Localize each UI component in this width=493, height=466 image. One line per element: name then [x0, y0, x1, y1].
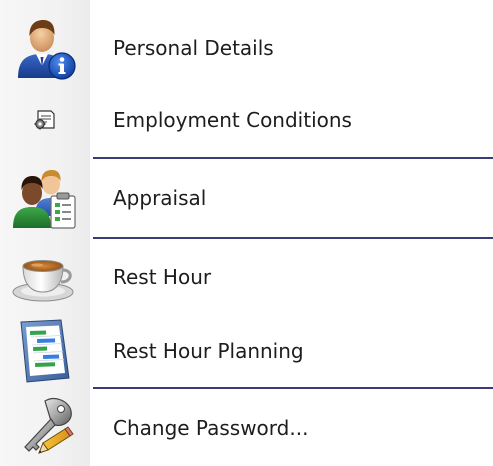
user-context-menu: Personal Details Employment Conditions A… — [0, 0, 493, 466]
menu-item-label: Personal Details — [113, 36, 274, 60]
menu-item-label: Appraisal — [113, 186, 207, 210]
menu-item-label: Employment Conditions — [113, 108, 352, 132]
menu-item-label: Rest Hour Planning — [113, 339, 304, 363]
menu-separator — [93, 237, 493, 239]
menu-item-personal-details[interactable]: Personal Details — [0, 12, 493, 84]
menu-item-change-password[interactable]: Change Password... — [0, 390, 493, 466]
gantt-chart-icon — [0, 314, 90, 388]
menu-item-label: Change Password... — [113, 416, 309, 440]
menu-separator — [93, 157, 493, 159]
menu-item-rest-hour-planning[interactable]: Rest Hour Planning — [0, 314, 493, 388]
document-gear-icon — [0, 84, 90, 156]
menu-item-label: Rest Hour — [113, 265, 212, 289]
people-clipboard-icon — [0, 160, 90, 236]
coffee-cup-icon — [0, 240, 90, 314]
menu-item-appraisal[interactable]: Appraisal — [0, 160, 493, 236]
menu-separator — [93, 387, 493, 389]
key-pencil-icon — [0, 390, 90, 466]
menu-item-employment-conditions[interactable]: Employment Conditions — [0, 84, 493, 156]
menu-item-rest-hour[interactable]: Rest Hour — [0, 240, 493, 314]
user-info-icon — [0, 12, 90, 84]
